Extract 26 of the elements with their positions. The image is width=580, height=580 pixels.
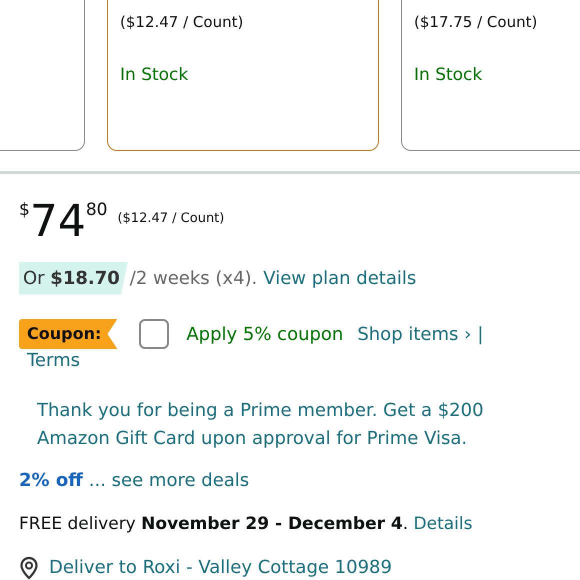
currency-symbol: $ — [19, 200, 30, 220]
price-fraction: 80 — [86, 200, 108, 220]
shop-items-link[interactable]: Shop items › — [357, 320, 472, 348]
separator-text: | — [477, 322, 484, 346]
delivery-details-link[interactable]: Details — [414, 514, 472, 534]
location-pin-icon — [19, 556, 39, 580]
coupon-badge: Coupon: — [19, 319, 118, 349]
installment-terms: /2 weeks (x4). — [130, 266, 258, 290]
plan-details-link[interactable]: View plan details — [263, 264, 416, 292]
terms-link[interactable]: Terms — [27, 350, 561, 372]
option-card[interactable]: ($12.47 / Count) In Stock — [107, 0, 379, 151]
stock-status: In Stock — [414, 64, 484, 86]
deliver-to-link[interactable]: Deliver to Roxi - Valley Cottage 10989 — [49, 554, 392, 580]
more-deals-link[interactable]: ... see more deals — [88, 467, 250, 494]
prime-offer-text[interactable]: Thank you for being a Prime member. Get a $200 Amazon Gift Card upon approval for Prime Visa. — [37, 397, 517, 453]
coupon-checkbox[interactable] — [139, 319, 170, 349]
option-card[interactable]: ($17.75 / Count) In Stock — [401, 0, 580, 151]
unit-price: ($12.47 / Count) — [120, 12, 244, 32]
price-whole: 74 — [30, 198, 86, 246]
coupon-label: Apply 5% coupon — [186, 322, 344, 346]
installment-price: Or $18.70 — [19, 262, 128, 294]
stock-status: In Stock — [120, 64, 190, 86]
unit-price: ($12.47 / Count) — [117, 210, 224, 228]
discount-text: 2% off — [19, 469, 83, 493]
delivery-text: FREE delivery November 29 - December 4. Details — [19, 513, 474, 536]
unit-price: ($17.75 / Count) — [414, 12, 538, 32]
